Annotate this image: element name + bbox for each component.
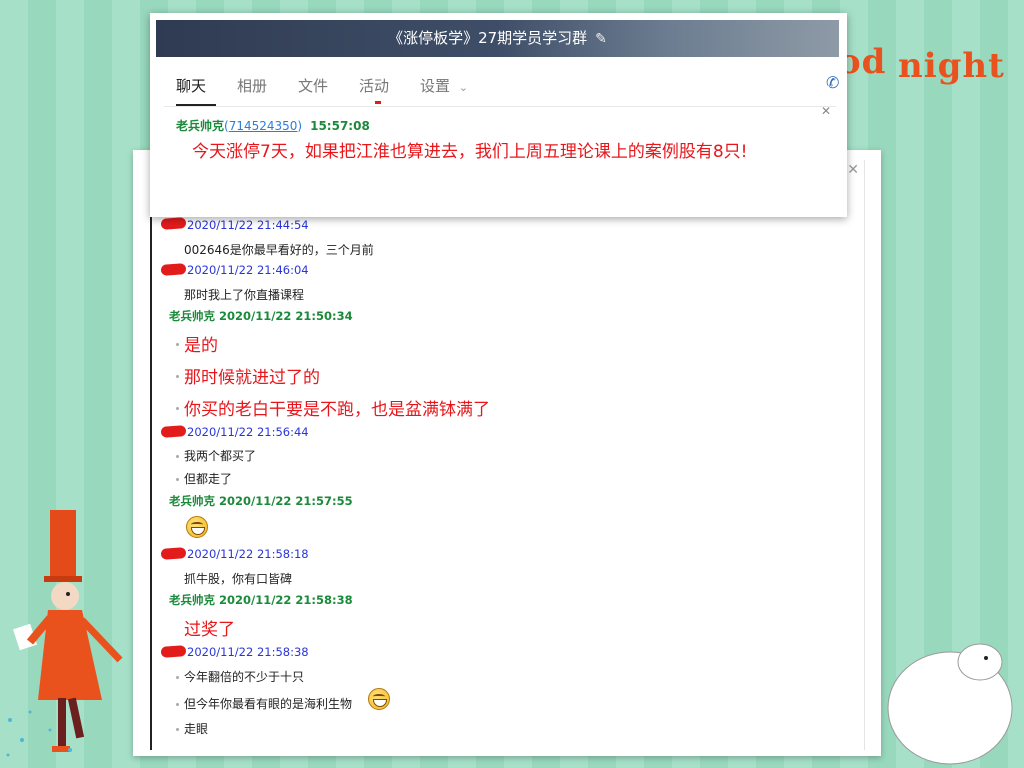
tab-settings-label: 设置: [420, 77, 451, 95]
redacted-avatar: [160, 645, 187, 658]
message-text: 那时候就进过了的: [184, 368, 320, 388]
message-text: 抓牛股，你有口皆碑: [184, 572, 293, 586]
message-header: 老兵帅克 2020/11/22 21:58:38: [169, 592, 353, 608]
bullet: [176, 375, 179, 378]
message-timestamp: 2020/11/22 21:57:55: [219, 494, 353, 508]
message-text: 但都走了: [184, 472, 233, 486]
message-text: 你买的老白干要是不跑，也是盆满钵满了: [184, 400, 490, 420]
message-text: 走眼: [184, 722, 209, 736]
bullet: [176, 343, 179, 346]
grin-emoji-icon: [368, 688, 390, 710]
message-text: 但今年你最看有眼的是海利生物: [184, 697, 353, 711]
group-title: 《涨停板学》27期学员学习群: [388, 29, 588, 47]
message-text: 今天涨停7天，如果把江淮也算进去，我们上周五理论课上的案例股有8只!: [192, 142, 748, 162]
window-titlebar[interactable]: 《涨停板学》27期学员学习群 ✎: [156, 20, 839, 57]
message-text: 002646是你最早看好的，三个月前: [184, 243, 374, 257]
chevron-down-icon: ⌄: [458, 81, 469, 94]
tab-files[interactable]: 文件: [298, 75, 328, 96]
message-timestamp: 2020/11/22 21:58:38: [187, 645, 309, 659]
message-text: 我两个都买了: [184, 449, 257, 463]
message-header: 老兵帅克(714524350) 15:57:08: [176, 119, 370, 133]
decor-sprinkles: [6, 710, 72, 757]
red-mark: [375, 101, 381, 104]
message-text: 今年翻倍的不少于十只: [184, 670, 305, 684]
bullet: [176, 407, 179, 410]
redacted-avatar: [160, 425, 187, 438]
message-text: 过奖了: [184, 620, 235, 640]
bullet: [176, 455, 179, 458]
message-timestamp: 2020/11/22 21:58:18: [187, 547, 309, 561]
sender-name: 老兵帅克: [169, 593, 215, 607]
tab-album[interactable]: 相册: [237, 75, 267, 96]
message-header: 老兵帅克 2020/11/22 21:50:34: [169, 308, 353, 324]
edit-pencil-icon[interactable]: ✎: [595, 21, 607, 58]
message-header: 老兵帅克 2020/11/22 21:57:55: [169, 493, 353, 509]
tab-activity[interactable]: 活动: [359, 75, 389, 96]
message-text: 是的: [184, 336, 218, 356]
bullet: [176, 728, 179, 731]
sender-name: 老兵帅克: [176, 119, 225, 133]
message-timestamp: 2020/11/22 21:58:38: [219, 593, 353, 607]
scrollbar-track[interactable]: [864, 160, 865, 750]
decor-white-dog: [887, 643, 1013, 765]
close-icon[interactable]: ✕: [847, 162, 859, 178]
message-time: 15:57:08: [310, 119, 370, 133]
redacted-avatar: [160, 217, 187, 230]
group-chat-window: 《涨停板学》27期学员学习群 ✎ 聊天 相册 文件 活动 设置 ⌄ ✆ ✕ 老兵帅…: [150, 13, 847, 217]
grin-emoji-icon: [186, 516, 208, 538]
tabs-divider: [164, 106, 836, 107]
message-text: 那时我上了你直播课程: [184, 288, 305, 302]
left-border: [150, 210, 152, 750]
redacted-avatar: [160, 263, 187, 276]
bullet: [176, 676, 179, 679]
message-timestamp: 2020/11/22 21:46:04: [187, 263, 309, 277]
close-icon[interactable]: ✕: [821, 104, 831, 118]
redacted-avatar: [160, 547, 187, 560]
sender-name: 老兵帅克: [169, 494, 215, 508]
message-timestamp: 2020/11/22 21:44:54: [187, 218, 309, 232]
phone-icon[interactable]: ✆: [826, 73, 839, 92]
chat-history-panel: ✕ 2020/11/22 21:44:54 002646是你最早看好的，三个月前…: [133, 150, 881, 756]
tab-settings[interactable]: 设置 ⌄: [420, 75, 468, 96]
bullet: [176, 703, 179, 706]
message-timestamp: 2020/11/22 21:56:44: [187, 425, 309, 439]
decor-text-2: night: [898, 46, 1005, 86]
sender-qq-link[interactable]: 714524350: [229, 119, 298, 133]
bullet: [176, 478, 179, 481]
tab-chat[interactable]: 聊天: [176, 75, 206, 96]
sender-name: 老兵帅克: [169, 309, 215, 323]
message-timestamp: 2020/11/22 21:50:34: [219, 309, 353, 323]
